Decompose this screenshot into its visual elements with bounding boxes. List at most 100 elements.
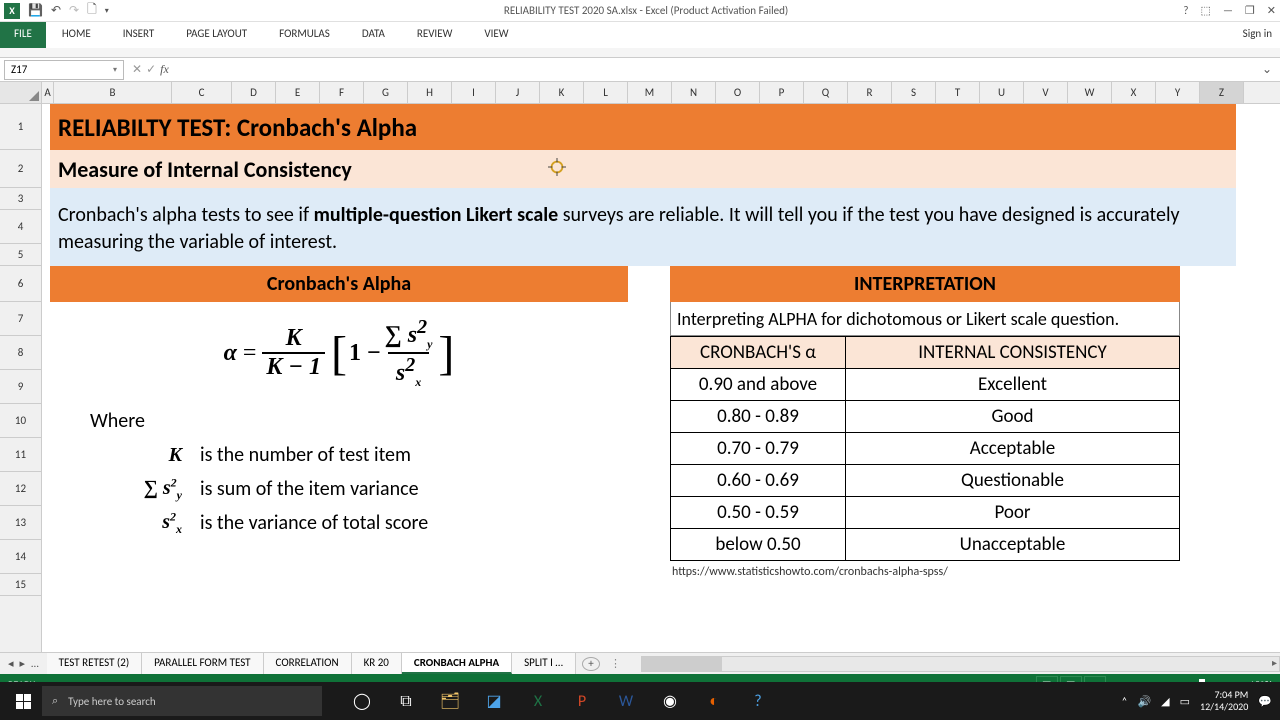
column-header[interactable]: B [54,82,172,103]
redo-icon[interactable]: ↷ [69,3,79,18]
new-icon[interactable]: 🗋 [87,0,97,21]
column-header[interactable]: K [540,82,584,103]
sheet-tab[interactable]: CRONBACH ALPHA [402,653,512,674]
clock[interactable]: 7:04 PM 12/14/2020 [1200,689,1248,713]
excel-taskbar-icon[interactable]: X [518,682,558,720]
table-row: 0.80 - 0.89Good [671,401,1180,433]
column-header[interactable]: Y [1156,82,1200,103]
sheet-tab[interactable]: TEST RETEST (2) [47,653,143,674]
column-header[interactable]: D [232,82,276,103]
word-icon[interactable]: W [606,682,646,720]
row-header[interactable]: 7 [0,302,41,336]
horizontal-scrollbar[interactable]: ◂ ▸ [641,656,1280,672]
chrome-icon[interactable]: ◉ [650,682,690,720]
column-header[interactable]: V [1024,82,1068,103]
volume-icon[interactable]: 🔊 [1137,695,1151,708]
sheet-nav-more-icon[interactable]: … [31,657,39,670]
maximize-icon[interactable]: ❐ [1245,4,1255,17]
app-icon[interactable]: ◪ [474,682,514,720]
file-explorer-icon[interactable]: 🗂 [430,682,470,720]
sheet-tab[interactable]: CORRELATION [264,653,352,674]
name-box-dropdown-icon[interactable]: ▾ [113,65,117,75]
column-header[interactable]: L [584,82,628,103]
row-header[interactable]: 12 [0,472,41,506]
notifications-icon[interactable]: 💬 [1258,695,1272,708]
taskbar-search[interactable]: ⌕ Type here to search [42,686,322,716]
row-header[interactable]: 8 [0,336,41,370]
column-header[interactable]: J [496,82,540,103]
battery-icon[interactable]: ▭ [1180,695,1190,708]
column-header[interactable]: Z [1200,82,1244,103]
column-header[interactable]: H [408,82,452,103]
ribbon-tab-review[interactable]: REVIEW [401,22,469,48]
ribbon-tab-pagelayout[interactable]: PAGE LAYOUT [170,22,263,48]
minimize-icon[interactable]: — [1223,4,1233,17]
row-header[interactable]: 2 [0,150,41,188]
row-header[interactable]: 15 [0,574,41,596]
column-header[interactable]: P [760,82,804,103]
grid-body[interactable]: RELIABILTY TEST: Cronbach's Alpha Measur… [42,104,1280,652]
column-header[interactable]: S [892,82,936,103]
column-header[interactable]: X [1112,82,1156,103]
ribbon-options-icon[interactable]: ⬚ [1201,4,1211,17]
taskview-icon[interactable]: ⧉ [386,682,426,720]
cortana-icon[interactable]: ◯ [342,682,382,720]
column-header[interactable]: A [42,82,54,103]
column-header[interactable]: W [1068,82,1112,103]
name-box[interactable]: Z17 ▾ [4,60,124,80]
sheet-tab[interactable]: KR 20 [352,653,402,674]
column-header[interactable]: C [172,82,232,103]
row-header[interactable]: 9 [0,370,41,404]
file-tab[interactable]: FILE [0,22,46,48]
cancel-formula-icon[interactable]: ✕ [132,62,142,77]
row-header[interactable]: 6 [0,266,41,302]
row-header[interactable]: 10 [0,404,41,438]
ribbon-tab-formulas[interactable]: FORMULAS [263,22,346,48]
wifi-icon[interactable]: ◢ [1161,695,1169,708]
column-header[interactable]: M [628,82,672,103]
fx-icon[interactable]: fx [160,62,169,77]
start-button[interactable] [4,682,42,720]
sheet-nav-next-icon[interactable]: ▸ [20,657,26,670]
column-header[interactable]: E [276,82,320,103]
row-header[interactable]: 13 [0,506,41,540]
ribbon-tab-view[interactable]: VIEW [468,22,524,48]
column-header[interactable]: O [716,82,760,103]
column-header[interactable]: R [848,82,892,103]
ribbon-tab-data[interactable]: DATA [346,22,401,48]
sign-in-link[interactable]: Sign in [1235,22,1280,48]
column-header[interactable]: T [936,82,980,103]
enter-formula-icon[interactable]: ✓ [146,62,156,77]
add-sheet-button[interactable]: + [582,657,600,671]
sheet-tab[interactable]: PARALLEL FORM TEST [142,653,263,674]
help-icon[interactable]: ? [1183,4,1188,17]
column-header[interactable]: N [672,82,716,103]
scrollbar-thumb[interactable] [642,657,722,671]
close-icon[interactable]: ✕ [1267,4,1276,17]
sheet-tab[interactable]: SPLIT I … [512,653,576,674]
powerpoint-icon[interactable]: P [562,682,602,720]
row-header[interactable]: 3 [0,188,41,210]
row-header[interactable]: 11 [0,438,41,472]
row-header[interactable]: 1 [0,104,41,150]
ribbon-tab-insert[interactable]: INSERT [107,22,171,48]
column-header[interactable]: Q [804,82,848,103]
save-icon[interactable]: 💾 [28,3,43,18]
sheet-nav: ◂ ▸ … [0,657,47,670]
undo-icon[interactable]: ↶ [51,3,61,18]
row-header[interactable]: 4 [0,210,41,244]
formula-input[interactable] [177,60,1254,80]
sheet-nav-prev-icon[interactable]: ◂ [8,657,14,670]
select-all-button[interactable] [0,82,41,104]
help-taskbar-icon[interactable]: ? [738,682,778,720]
ribbon-tab-home[interactable]: HOME [46,22,107,48]
row-header[interactable]: 14 [0,540,41,574]
row-header[interactable]: 5 [0,244,41,266]
column-header[interactable]: F [320,82,364,103]
column-header[interactable]: U [980,82,1024,103]
column-header[interactable]: I [452,82,496,103]
firefox-icon[interactable]: ◐ [694,682,734,720]
expand-formula-icon[interactable]: ⌄ [1254,62,1280,77]
tray-up-icon[interactable]: ˄ [1122,695,1128,708]
column-header[interactable]: G [364,82,408,103]
